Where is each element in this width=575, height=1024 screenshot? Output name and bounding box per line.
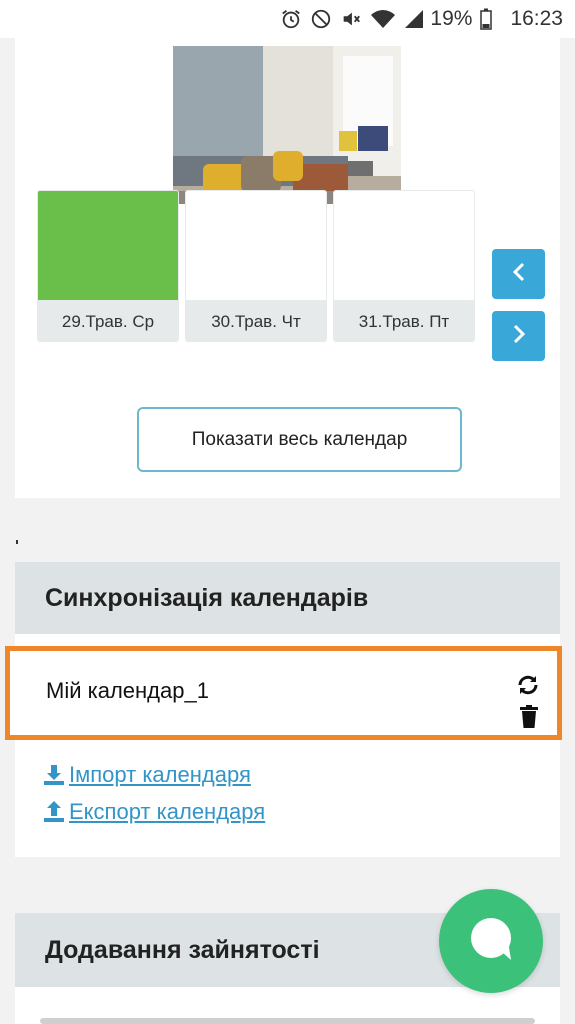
upload-icon [43, 800, 65, 824]
day-availability [38, 191, 178, 300]
status-bar: 19% 16:23 [0, 0, 575, 38]
chevron-right-icon [511, 324, 527, 349]
battery-percent: 19% [430, 7, 473, 30]
day-availability [186, 191, 326, 300]
battery-icon [480, 8, 493, 30]
trash-icon[interactable] [519, 705, 539, 734]
day-availability [334, 191, 474, 300]
next-days-button[interactable] [492, 311, 545, 361]
day-cell[interactable]: 31.Трав. Пт [333, 190, 475, 342]
signal-icon [404, 9, 424, 29]
sync-section-header: Синхронізація календарів [15, 562, 560, 634]
chevron-left-icon [511, 262, 527, 287]
chat-button[interactable] [439, 889, 543, 993]
export-calendar-link[interactable]: Експорт календаря [43, 799, 265, 825]
import-calendar-link[interactable]: Імпорт календаря [43, 762, 251, 788]
day-cell[interactable]: 29.Трав. Ср [37, 190, 179, 342]
bottom-scrollbar [40, 1018, 535, 1024]
clock: 16:23 [510, 7, 563, 30]
day-label: 30.Трав. Чт [211, 311, 301, 331]
alarm-icon [280, 8, 302, 30]
listing-photo [173, 46, 401, 204]
show-full-calendar-button[interactable]: Показати весь календар [137, 407, 462, 472]
day-cell[interactable]: 30.Трав. Чт [185, 190, 327, 342]
calendar-name: Мій календар_1 [46, 678, 209, 703]
refresh-icon[interactable] [516, 673, 540, 702]
synced-calendar-row: Мій календар_1 [5, 646, 562, 740]
prev-days-button[interactable] [492, 249, 545, 299]
day-label: 29.Трав. Ср [61, 311, 155, 331]
day-label: 31.Трав. Пт [358, 311, 450, 331]
chat-bubble-icon [465, 913, 517, 970]
divider-dot [16, 540, 18, 544]
mute-icon [340, 8, 362, 30]
wifi-icon [370, 8, 396, 30]
import-calendar-label: Імпорт календаря [69, 762, 251, 787]
export-calendar-label: Експорт календаря [69, 799, 266, 824]
do-not-disturb-icon [310, 8, 332, 30]
download-icon [43, 764, 65, 786]
